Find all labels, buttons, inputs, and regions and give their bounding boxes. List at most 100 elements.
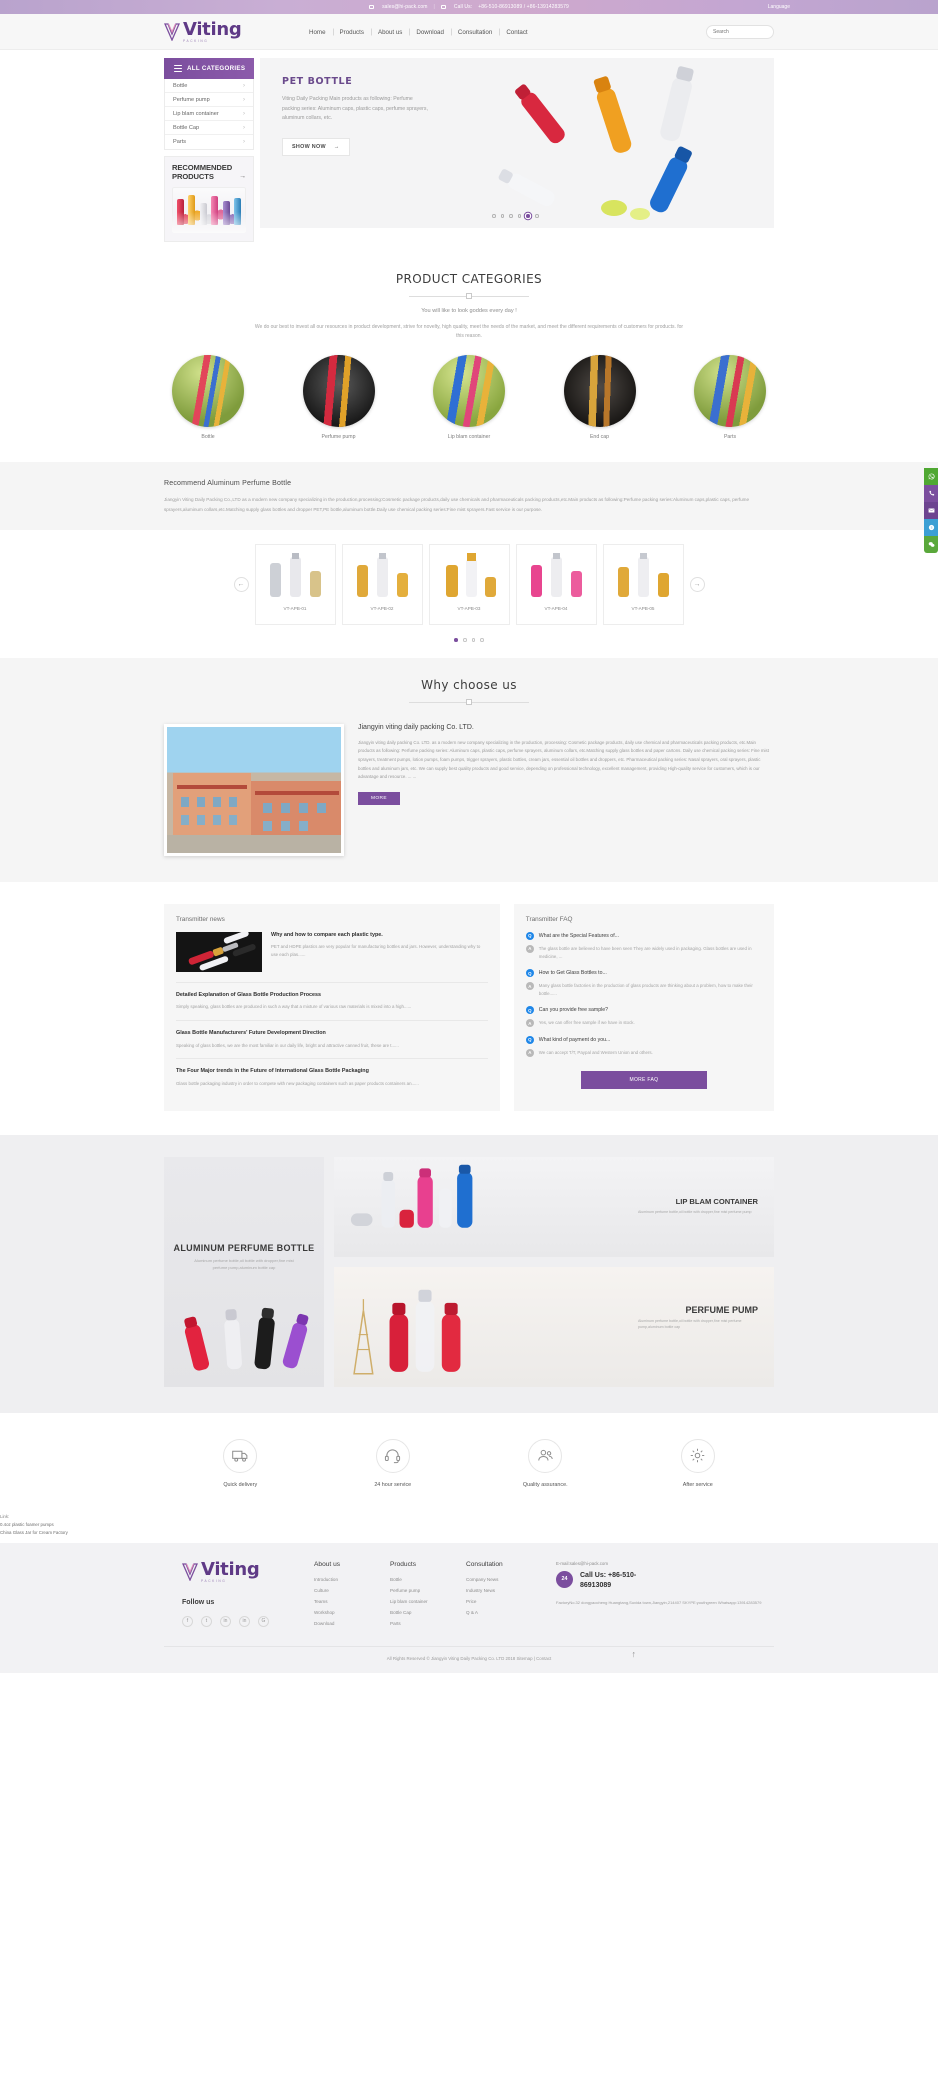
back-to-top-icon[interactable]: ↑ xyxy=(632,1649,637,1659)
linkedin-icon[interactable]: in xyxy=(239,1615,250,1627)
category-label: Bottle xyxy=(173,82,188,89)
news-item[interactable]: Glass Bottle Manufacturers' Future Devel… xyxy=(176,1021,488,1060)
showcase-perfume-pump[interactable]: PERFUME PUMP Aluminum perfume bottle,oil… xyxy=(334,1266,774,1387)
all-categories-header[interactable]: ALL CATEGORIES xyxy=(164,58,254,79)
category-item-lip-blam-container[interactable]: Lip blam container › xyxy=(165,107,253,121)
carousel-dot[interactable] xyxy=(534,214,539,218)
category-item-perfume-pump[interactable]: Perfume pump › xyxy=(165,93,253,107)
category-item-bottle-cap[interactable]: Bottle Cap › xyxy=(165,121,253,135)
footer-email[interactable]: E-mail:sales@hi-pack.com xyxy=(556,1561,774,1566)
more-faq-button[interactable]: MORE FAQ xyxy=(580,1070,707,1089)
topbar-phones[interactable]: +86-510-86913089 / +86-13914283579 xyxy=(478,4,569,10)
category-circle-label: End cap xyxy=(589,434,610,441)
google-plus-icon[interactable]: G xyxy=(258,1615,269,1627)
news-thumbnail xyxy=(176,931,262,972)
footer-link[interactable]: Introduction xyxy=(314,1577,390,1582)
service-quality-assurance: Quality assurance. xyxy=(485,1438,605,1488)
category-circle-bottle[interactable]: Bottle xyxy=(172,355,244,440)
footer-logo[interactable]: Viting PACKING xyxy=(182,1560,312,1583)
hero-carousel-dots[interactable] xyxy=(492,214,539,218)
product-card[interactable]: VT-APB-03 xyxy=(428,544,510,626)
question-icon: Q xyxy=(525,1035,534,1044)
footer-link[interactable]: Q & A xyxy=(466,1610,542,1615)
recommended-products-box[interactable]: RECOMMENDED PRODUCTS → xyxy=(164,156,254,242)
category-circle-lip-blam-container[interactable]: Lip blam container xyxy=(433,355,505,440)
category-circle-parts[interactable]: Parts xyxy=(694,355,766,440)
category-circle-perfume-pump[interactable]: Perfume pump xyxy=(302,355,375,440)
footer-link[interactable]: Perfume pump xyxy=(390,1588,466,1593)
footer-link[interactable]: Download xyxy=(314,1621,390,1626)
slider-next-button[interactable]: → xyxy=(689,577,705,593)
site-logo[interactable]: Viting PACKING xyxy=(164,20,294,43)
instagram-icon[interactable]: in xyxy=(220,1615,231,1627)
nav-item-about-us[interactable]: About us xyxy=(371,29,409,36)
friendly-link[interactable]: 0.4oz plastic foamer pumps xyxy=(0,1522,938,1527)
slider-dot[interactable] xyxy=(462,638,467,642)
carousel-dot[interactable] xyxy=(492,214,496,218)
faq-question[interactable]: Q How to Get Glass Bottles to... xyxy=(525,969,762,978)
showcase-lip-blam-container[interactable]: LIP BLAM CONTAINER Aluminum perfume bott… xyxy=(334,1156,774,1257)
wechat-icon[interactable] xyxy=(924,536,938,553)
friendly-link[interactable]: China Glass Jar for Cream Factory xyxy=(0,1530,938,1535)
news-item[interactable]: The Four Major trends in the Future of I… xyxy=(176,1059,488,1096)
footer-link[interactable]: Bottle xyxy=(390,1577,466,1582)
showcase-bottom-sub: Aluminum perfume bottle,oil bottle with … xyxy=(638,1318,742,1330)
footer-link[interactable]: Lip blam container xyxy=(390,1599,466,1604)
language-selector[interactable]: Language xyxy=(768,4,790,10)
footer-link[interactable]: Culture xyxy=(314,1588,390,1593)
copyright-text: All Rights Reserved © Jiangyin Viting Da… xyxy=(386,1655,552,1661)
footer-link[interactable]: Bottle Cap xyxy=(390,1610,466,1615)
footer-link[interactable]: Workshop xyxy=(314,1610,390,1615)
category-circle-label: Bottle xyxy=(201,434,215,441)
faq-question[interactable]: Q What kind of payment do you... xyxy=(525,1035,762,1044)
category-circle-end-cap[interactable]: End cap xyxy=(563,355,636,441)
product-card[interactable]: VT-APB-05 xyxy=(602,544,684,626)
show-now-button[interactable]: SHOW NOW → xyxy=(282,137,350,156)
facebook-icon[interactable]: f xyxy=(182,1615,193,1627)
footer-link[interactable]: Parts xyxy=(390,1621,466,1626)
product-card[interactable]: VT-APB-04 xyxy=(515,544,597,626)
faq-question[interactable]: Q What are the Special Features of... xyxy=(525,931,762,940)
product-card[interactable]: VT-APB-01 xyxy=(254,544,336,626)
footer-link[interactable]: Price xyxy=(466,1599,542,1604)
why-choose-us-section: Why choose us Jiangyin viting daily pack… xyxy=(0,657,938,882)
footer-column-consultation: Consultation Company News Industry News … xyxy=(466,1561,542,1632)
topbar-email[interactable]: sales@hi-pack.com xyxy=(382,4,427,10)
news-item[interactable]: Detailed Explanation of Glass Bottle Pro… xyxy=(176,983,488,1022)
carousel-dot-active[interactable] xyxy=(526,214,530,218)
footer-call-number[interactable]: 86913089 xyxy=(580,1581,636,1591)
search-input[interactable] xyxy=(707,29,773,35)
product-card[interactable]: VT-APB-02 xyxy=(341,544,423,626)
category-item-bottle[interactable]: Bottle › xyxy=(165,79,253,93)
email-icon[interactable] xyxy=(924,502,938,519)
carousel-dot[interactable] xyxy=(517,214,522,218)
copyright-bar: All Rights Reserved © Jiangyin Viting Da… xyxy=(164,1645,774,1661)
why-more-button[interactable]: MORE xyxy=(358,791,400,805)
footer-link[interactable]: Company News xyxy=(466,1577,542,1582)
slider-dot[interactable] xyxy=(471,638,476,642)
phone-icon[interactable] xyxy=(924,485,938,502)
carousel-dot[interactable] xyxy=(509,214,513,218)
footer-link[interactable]: Industry News xyxy=(466,1588,542,1593)
whatsapp-icon[interactable] xyxy=(924,468,938,485)
slider-dot-active[interactable] xyxy=(454,638,458,642)
footer-link[interactable]: Teams xyxy=(314,1599,390,1604)
news-featured-item[interactable]: Why and how to compare each plastic type… xyxy=(176,931,488,983)
skype-icon[interactable]: S xyxy=(924,519,938,536)
search-box[interactable] xyxy=(706,25,774,39)
category-thumbnail xyxy=(302,355,375,428)
slider-dot[interactable] xyxy=(480,638,484,642)
factory-photo xyxy=(164,723,344,856)
carousel-dot[interactable] xyxy=(500,214,505,218)
twitter-icon[interactable]: t xyxy=(201,1615,212,1627)
category-item-parts[interactable]: Parts › xyxy=(165,135,253,149)
slider-prev-button[interactable]: ← xyxy=(233,577,249,593)
nav-item-contact[interactable]: Contact xyxy=(499,29,534,36)
nav-item-home[interactable]: Home xyxy=(302,29,333,36)
faq-question[interactable]: Q Can you provide free sample? xyxy=(525,1006,762,1015)
showcase-aluminum-perfume-bottle[interactable]: ALUMINUM PERFUME BOTTLE Aluminum perfume… xyxy=(164,1156,324,1387)
nav-item-consultation[interactable]: Consultation xyxy=(451,29,499,36)
nav-item-products[interactable]: Products xyxy=(333,29,371,36)
slider-dots[interactable] xyxy=(164,638,774,642)
nav-item-download[interactable]: Download xyxy=(409,29,451,36)
